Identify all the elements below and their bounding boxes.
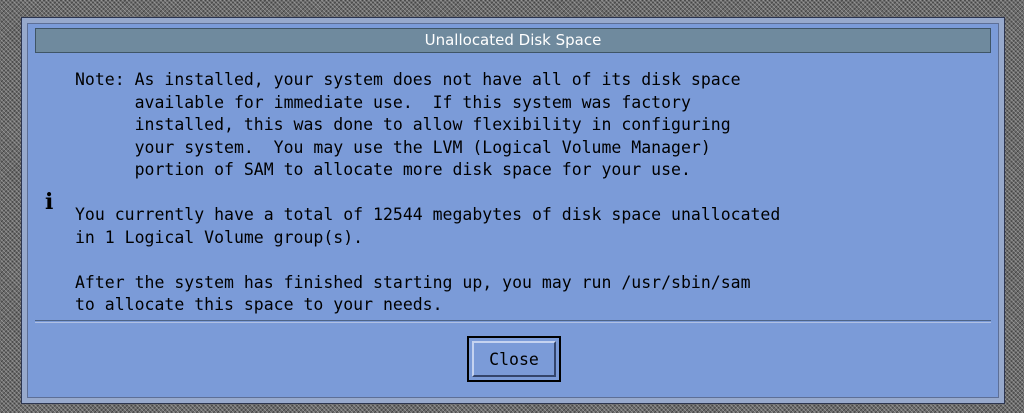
dialog-title[interactable]: Unallocated Disk Space — [35, 28, 991, 53]
separator — [35, 322, 991, 323]
unallocated-disk-space-dialog: Unallocated Disk Space i Note: As instal… — [22, 18, 1004, 403]
message-text: Note: As installed, your system does not… — [75, 70, 781, 314]
message-area: i Note: As installed, your system does n… — [35, 53, 991, 321]
close-button[interactable]: Close — [472, 341, 556, 377]
default-button-frame: Close — [467, 336, 561, 382]
info-icon: i — [45, 189, 54, 215]
